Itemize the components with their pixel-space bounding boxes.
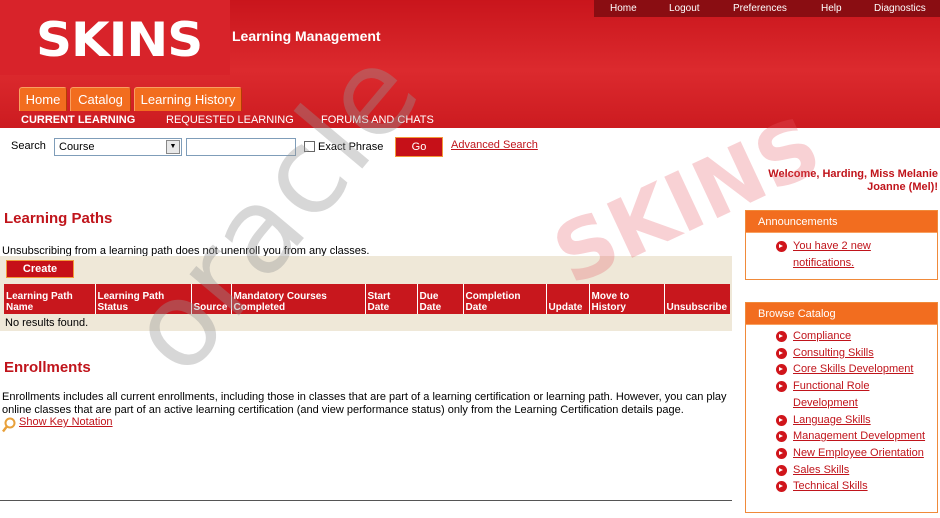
catalog-link-line-2[interactable]: Development [793, 397, 858, 409]
col-start-date[interactable]: Start Date [364, 284, 417, 314]
col-learning-path-status[interactable]: Learning Path Status [94, 284, 191, 314]
catalog-link[interactable]: Language Skills [793, 414, 871, 426]
col-mandatory-courses-completed[interactable]: Mandatory Courses Completed [230, 284, 365, 314]
learning-paths-title: Learning Paths [4, 210, 113, 227]
catalog-link[interactable]: Compliance [793, 330, 851, 342]
search-type-value: Course [59, 141, 95, 153]
col-unsubscribe[interactable]: Unsubscribe [663, 284, 730, 314]
announcements-box: Announcements You have 2 new notificatio… [745, 210, 938, 280]
catalog-item-core-skills-development[interactable]: Core Skills Development [746, 361, 937, 378]
welcome-line-2: Joanne (Mel)! [867, 181, 938, 193]
tab-home[interactable]: Home [19, 87, 67, 111]
catalog-item-compliance[interactable]: Compliance [746, 328, 937, 345]
arrow-bullet-icon [776, 364, 787, 376]
enrollments-title: Enrollments [4, 359, 91, 376]
catalog-link[interactable]: Technical Skills [793, 480, 868, 492]
subnav-requested-learning[interactable]: REQUESTED LEARNING [166, 114, 294, 126]
catalog-link[interactable]: Core Skills Development [793, 363, 913, 375]
col-completion-date[interactable]: Completion Date [462, 284, 546, 314]
search-bar: Search Course ▼ Exact Phrase Go Advanced… [0, 129, 940, 165]
browse-catalog-box: Browse Catalog Compliance Consulting Ski… [745, 302, 938, 513]
show-key-notation-link[interactable]: Show Key Notation [19, 416, 113, 428]
divider [0, 500, 732, 501]
logo-area: SKINS [0, 0, 230, 75]
top-link-home[interactable]: Home [610, 3, 637, 14]
browse-catalog-title: Browse Catalog [746, 303, 937, 325]
catalog-item-new-employee-orientation[interactable]: New Employee Orientation [746, 445, 937, 462]
enrollments-note: Enrollments includes all current enrollm… [2, 391, 737, 417]
catalog-item-consulting-skills[interactable]: Consulting Skills [746, 345, 937, 362]
arrow-bullet-icon [776, 347, 787, 359]
top-nav-bar: Home Logout Preferences Help Diagnostics [594, 0, 940, 17]
announcement-link-line-2[interactable]: notifications. [793, 257, 854, 269]
create-button[interactable]: Create [6, 260, 74, 278]
arrow-bullet-icon [776, 431, 787, 443]
top-link-help[interactable]: Help [821, 3, 842, 14]
tab-learning-history[interactable]: Learning History [134, 87, 242, 111]
arrow-bullet-icon [776, 481, 787, 493]
search-type-select[interactable]: Course ▼ [54, 138, 182, 156]
col-move-to-history[interactable]: Move to History [588, 284, 664, 314]
col-learning-path-name[interactable]: Learning Path Name [4, 284, 95, 314]
go-button[interactable]: Go [395, 137, 443, 157]
welcome-line-1: Welcome, Harding, Miss Melanie [768, 168, 938, 180]
table-header-row: Learning Path Name Learning Path Status So… [4, 284, 730, 314]
enrollments-note-line-1: Enrollments includes all current enrollm… [2, 391, 727, 403]
welcome-message: Welcome, Harding, Miss Melanie Joanne (M… [638, 168, 938, 194]
chevron-down-icon[interactable]: ▼ [166, 140, 180, 154]
app-title: Learning Management [232, 28, 381, 44]
exact-phrase-checkbox[interactable] [304, 141, 315, 152]
col-due-date[interactable]: Due Date [416, 284, 463, 314]
catalog-item-language-skills[interactable]: Language Skills [746, 412, 937, 429]
top-link-logout[interactable]: Logout [669, 3, 700, 14]
subnav-current-learning[interactable]: CURRENT LEARNING [21, 114, 135, 126]
catalog-item-functional-role-development[interactable]: Functional Role Development [746, 378, 937, 411]
search-label: Search [11, 140, 46, 152]
catalog-link[interactable]: Consulting Skills [793, 347, 874, 359]
exact-phrase-label: Exact Phrase [318, 141, 384, 153]
catalog-link[interactable]: Sales Skills [793, 464, 849, 476]
arrow-bullet-icon [776, 447, 787, 459]
catalog-item-technical-skills[interactable]: Technical Skills [746, 478, 937, 495]
top-link-preferences[interactable]: Preferences [733, 3, 787, 14]
subnav-forums-and-chats[interactable]: FORUMS AND CHATS [321, 114, 434, 126]
search-input[interactable] [186, 138, 296, 156]
catalog-item-sales-skills[interactable]: Sales Skills [746, 462, 937, 479]
skins-logo: SKINS [36, 12, 203, 68]
col-source[interactable]: Source [190, 284, 231, 314]
catalog-link[interactable]: Management Development [793, 430, 925, 442]
announcements-title: Announcements [746, 211, 937, 233]
arrow-bullet-icon [776, 414, 787, 426]
arrow-bullet-icon [776, 381, 787, 393]
catalog-item-management-development[interactable]: Management Development [746, 428, 937, 445]
tab-catalog[interactable]: Catalog [70, 87, 131, 111]
learning-paths-table: Learning Path Name Learning Path Status So… [4, 284, 730, 314]
col-update[interactable]: Update [545, 284, 589, 314]
top-link-diagnostics[interactable]: Diagnostics [874, 3, 926, 14]
magnifier-icon [2, 417, 16, 433]
arrow-bullet-icon [776, 464, 787, 476]
catalog-link[interactable]: Functional Role [793, 380, 869, 392]
announcement-item[interactable]: You have 2 new notifications. [746, 238, 937, 271]
advanced-search-link[interactable]: Advanced Search [451, 139, 538, 151]
page-header: SKINS Learning Management Home Logout Pr… [0, 0, 940, 128]
learning-paths-panel: Create Learning Path Name Learning Path St… [0, 256, 732, 331]
no-results-text: No results found. [5, 317, 89, 329]
announcement-link-line-1[interactable]: You have 2 new [793, 240, 871, 252]
arrow-bullet-icon [776, 331, 787, 342]
catalog-link[interactable]: New Employee Orientation [793, 447, 924, 459]
arrow-bullet-icon [776, 241, 787, 252]
